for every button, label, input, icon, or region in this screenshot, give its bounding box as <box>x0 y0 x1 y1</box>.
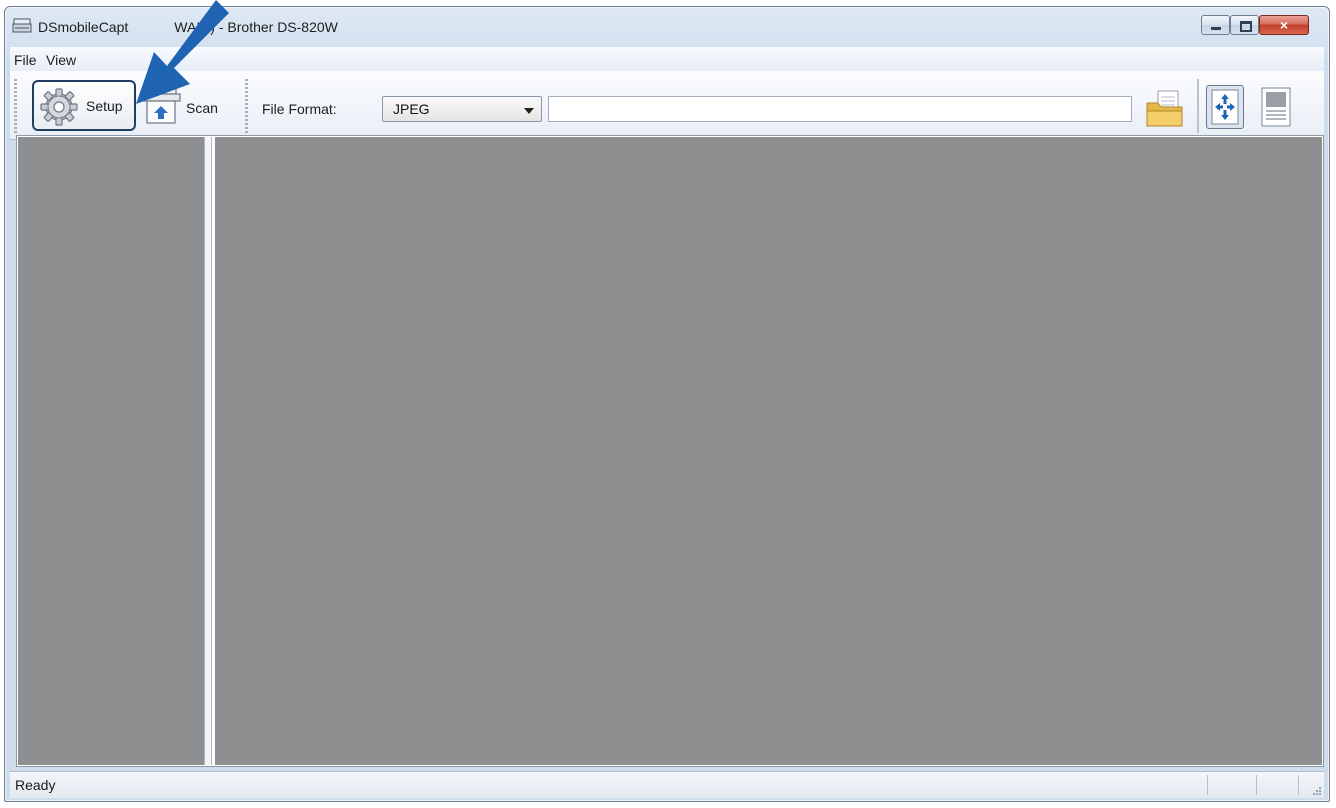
page-view-button[interactable] <box>1257 85 1295 129</box>
menu-file[interactable]: File <box>14 52 37 68</box>
menu-bar: File View <box>10 47 1324 71</box>
status-bar: Ready <box>10 771 1324 798</box>
toolbar-separator <box>1197 79 1199 133</box>
folder-icon <box>1146 90 1183 127</box>
workspace <box>16 135 1324 767</box>
toolbar-grip[interactable] <box>245 79 248 133</box>
setup-label: Setup <box>86 98 123 114</box>
status-separator <box>1256 775 1257 795</box>
scan-button[interactable]: Scan <box>138 80 230 131</box>
app-window: DSmobileCapt WAIN) - Brother DS-820W × Fi… <box>4 6 1330 802</box>
close-button[interactable]: × <box>1259 15 1309 35</box>
toolbar-grip[interactable] <box>14 79 17 133</box>
gear-icon <box>40 88 78 126</box>
close-icon: × <box>1279 17 1289 33</box>
file-format-select[interactable]: JPEG <box>382 96 542 122</box>
chevron-down-icon <box>524 108 534 114</box>
scanner-icon <box>12 18 32 33</box>
file-format-label: File Format: <box>262 101 337 117</box>
status-text: Ready <box>15 777 56 793</box>
title-bar[interactable]: DSmobileCapt WAIN) - Brother DS-820W × <box>5 7 1329 43</box>
file-format-value: JPEG <box>393 101 430 117</box>
menu-view[interactable]: View <box>46 52 76 68</box>
pane-splitter[interactable] <box>204 137 212 765</box>
page-icon <box>1261 87 1291 127</box>
thumbnail-pane[interactable] <box>18 137 204 765</box>
toolbar: Setup Scan File Format: JPEG <box>10 71 1324 140</box>
setup-button[interactable]: Setup <box>32 80 136 131</box>
status-separator <box>1207 775 1208 795</box>
preview-pane[interactable] <box>215 137 1322 765</box>
maximize-button[interactable] <box>1230 15 1259 35</box>
window-title: DSmobileCapt WAIN) - Brother DS-820W <box>38 19 338 35</box>
file-path-input[interactable] <box>548 96 1132 122</box>
scanner-icon <box>141 83 181 124</box>
fit-view-button[interactable] <box>1206 85 1244 129</box>
fit-to-window-icon <box>1211 89 1239 125</box>
status-separator <box>1298 775 1299 795</box>
resize-grip-icon[interactable] <box>1310 784 1322 796</box>
scan-label: Scan <box>186 100 218 116</box>
browse-folder-button[interactable] <box>1144 89 1186 129</box>
minimize-button[interactable] <box>1201 15 1230 35</box>
